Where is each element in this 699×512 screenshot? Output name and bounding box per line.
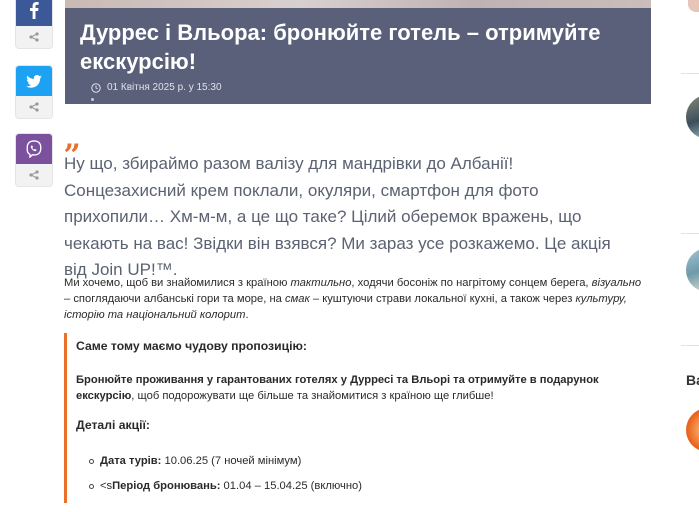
share-facebook[interactable] — [16, 0, 52, 48]
facebook-button[interactable] — [16, 0, 52, 26]
quote-icon: „ — [64, 121, 82, 156]
bullet-icon — [89, 483, 94, 489]
clock-icon — [91, 82, 101, 93]
facebook-icon — [30, 2, 39, 19]
article-hero: Дуррес і Вльора: бронюйте готель – отрим… — [65, 0, 651, 104]
sidebar-thumbnail[interactable] — [686, 248, 699, 292]
sidebar-thumbnail[interactable] — [686, 408, 699, 452]
twitter-button[interactable] — [16, 66, 52, 96]
viber-share-count[interactable] — [16, 164, 52, 186]
sidebar-divider — [681, 233, 699, 234]
article-lead: Ну що, збираймо разом валізу для мандрів… — [64, 154, 611, 279]
viber-icon — [26, 140, 42, 158]
share-icon — [29, 170, 39, 180]
share-viber[interactable] — [16, 134, 52, 186]
hero-dot — [91, 98, 94, 101]
article-date-text: 01 Квітня 2025 р. у 15:30 — [107, 82, 222, 93]
article-paragraph: Ми хочемо, щоб ви знайомилися з країною … — [64, 277, 642, 321]
sidebar-thumbnail[interactable] — [686, 95, 699, 139]
viber-button[interactable] — [16, 134, 52, 164]
sidebar-divider — [681, 345, 699, 346]
twitter-share-count[interactable] — [16, 96, 52, 118]
hero-image — [65, 0, 651, 8]
article-date: 01 Квітня 2025 р. у 15:30 — [91, 82, 222, 93]
sidebar-divider — [681, 73, 699, 74]
share-icon — [29, 102, 39, 112]
promo-callout: Саме тому маємо чудову пропозицію: Броню… — [64, 333, 644, 503]
callout-offer: Бронюйте проживання у гарантованих готел… — [76, 374, 599, 402]
twitter-icon — [26, 74, 42, 88]
list-item: <sПеріод бронювань: 01.04 – 15.04.25 (вк… — [89, 480, 362, 492]
sidebar-image-top[interactable] — [688, 0, 699, 12]
facebook-share-count[interactable] — [16, 26, 52, 48]
list-item: Дата турів: 10.06.25 (7 ночей мінімум) — [89, 455, 301, 467]
bullet-icon — [89, 458, 94, 464]
sidebar-heading: Ва — [686, 372, 699, 388]
details-heading: Деталі акції: — [76, 418, 150, 432]
share-twitter[interactable] — [16, 66, 52, 118]
article-title: Дуррес і Вльора: бронюйте готель – отрим… — [80, 20, 601, 74]
share-icon — [29, 32, 39, 42]
callout-heading: Саме тому маємо чудову пропозицію: — [76, 339, 307, 353]
